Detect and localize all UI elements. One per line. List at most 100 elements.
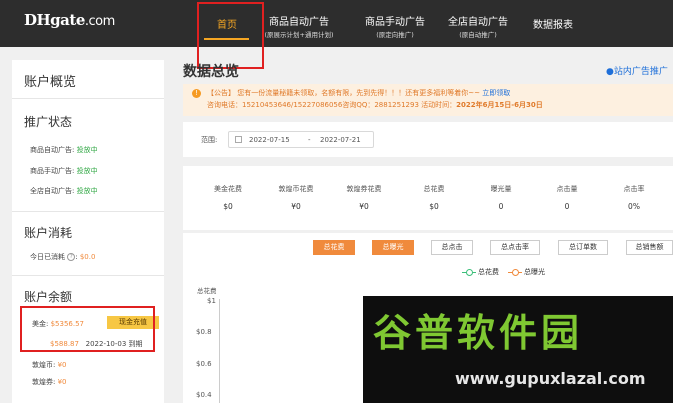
stat-label: 敦煌币花费	[278, 185, 314, 193]
y-tick-label: $0.4	[196, 391, 212, 399]
stat-value: 0	[498, 202, 504, 211]
nav-sublabel: (原展示计划+通用计划)	[264, 31, 334, 39]
legend-swatch	[508, 268, 522, 276]
nav-label: 商品自动广告	[269, 17, 329, 28]
site-watermark: 谷普软件园 www.gupuxlazal.com	[363, 296, 673, 403]
today-spend-row: 今日已消耗 ?: $0.0	[30, 253, 96, 261]
divider	[12, 98, 164, 99]
stat-clicks: 点击量 0	[533, 184, 601, 211]
stat-label: 点击量	[556, 185, 578, 193]
metric-button-total-spend[interactable]: 总花费	[313, 240, 355, 255]
notice-line-2: 咨询电话：15210453646/15227086056咨询QQ：2881251…	[207, 100, 543, 110]
y-axis-line	[219, 299, 220, 403]
status-badge: 投放中	[76, 146, 98, 154]
watermark-text: 谷普软件园	[373, 311, 584, 355]
promo-row-label: 全店自动广告:	[30, 187, 75, 195]
today-spend-label: 今日已消耗	[30, 253, 65, 261]
metric-button-total-impressions[interactable]: 总曝光	[372, 240, 414, 255]
stat-value: 0	[564, 202, 570, 211]
stat-value: $0	[223, 202, 233, 211]
coin-balance-row: 敦煌币: ¥0	[32, 360, 67, 370]
y-tick-label: $0.8	[196, 328, 212, 336]
logo-suffix: .com	[84, 14, 115, 29]
range-separator: -	[308, 136, 311, 144]
date-range-card: 范围: 2022-07-15 - 2022-07-21	[183, 122, 673, 157]
notice-line-1: 【公告】 您有一份流量秘籍未领取，名额有限，先到先得！！！还有更多福利等着你~~…	[207, 88, 510, 98]
stat-ctr: 点击率 0%	[600, 184, 668, 211]
notice-period: 2022年6月15日-6月30日	[456, 101, 543, 109]
metric-button-total-orders[interactable]: 总订单数	[558, 240, 608, 255]
nav-label: 数据报表	[533, 20, 573, 31]
help-icon[interactable]: ?	[67, 253, 76, 261]
stat-impressions: 曝光量 0	[467, 184, 535, 211]
nav-label: 商品手动广告	[365, 17, 425, 28]
stat-usd-spend: 美金花费 $0	[194, 184, 262, 211]
nav-label: 全店自动广告	[448, 17, 508, 28]
metric-button-total-ctr[interactable]: 总点击率	[490, 240, 540, 255]
stat-value: ¥0	[359, 202, 369, 211]
notice-text: 【公告】 您有一份流量秘籍未领取，名额有限，先到先得！！！还有更多福利等着你~~	[207, 89, 480, 97]
nav-data-reports[interactable]: 数据报表	[530, 0, 576, 47]
legend-label: 总曝光	[524, 268, 545, 276]
legend-item-total-spend[interactable]: 总花费	[462, 267, 499, 277]
stats-summary-card: 美金花费 $0 敦煌币花费 ¥0 敦煌券花费 ¥0 总花费 $0 曝光量 0 点击量 0 点…	[183, 166, 673, 230]
metric-button-total-clicks[interactable]: 总点击	[431, 240, 473, 255]
calendar-icon	[235, 136, 242, 143]
range-label: 范围:	[201, 136, 218, 144]
onsite-ad-link[interactable]: ●站内广告推广	[606, 64, 668, 77]
notice-contact: 咨询电话：15210453646/15227086056咨询QQ：2881251…	[207, 101, 457, 109]
y-tick-label: $1	[207, 297, 216, 305]
coin-balance-value: ¥0	[57, 361, 67, 369]
coupon-balance-value: ¥0	[57, 378, 67, 386]
date-range-picker[interactable]: 2022-07-15 - 2022-07-21	[228, 131, 374, 148]
highlight-box-balance	[20, 306, 155, 352]
watermark-url: www.gupuxlazal.com	[455, 369, 646, 388]
stat-value: 0%	[628, 202, 640, 211]
range-end: 2022-07-21	[320, 136, 361, 144]
y-axis-title: 总花费	[197, 287, 217, 295]
coupon-balance-row: 敦煌券: ¥0	[32, 377, 67, 387]
legend-label: 总花费	[478, 268, 499, 276]
account-spend-title: 账户消耗	[24, 226, 73, 240]
page-title: 数据总览	[183, 64, 239, 80]
stat-label: 敦煌券花费	[346, 185, 382, 193]
top-nav-bar: DHgate.com 首页 商品自动广告 (原展示计划+通用计划) 商品手动广告…	[0, 0, 673, 47]
claim-now-link[interactable]: 立即领取	[482, 89, 510, 97]
stat-value: $0	[429, 202, 439, 211]
logo-main: DHgate	[24, 11, 85, 29]
stat-coin-spend: 敦煌币花费 ¥0	[262, 184, 330, 211]
nav-product-auto-ads[interactable]: 商品自动广告 (原展示计划+通用计划)	[258, 0, 340, 47]
promo-row-product-manual: 商品手动广告: 投放中	[30, 166, 98, 176]
account-balance-title: 账户余额	[24, 290, 73, 304]
coupon-label: 敦煌券:	[32, 378, 56, 386]
y-tick-label: $0.6	[196, 360, 212, 368]
promo-status-title: 推广状态	[24, 115, 73, 129]
highlight-box-nav	[197, 2, 264, 69]
notice-icon: !	[192, 89, 201, 98]
coin-label: 敦煌币:	[32, 361, 56, 369]
stat-total-spend: 总花费 $0	[400, 184, 468, 211]
divider	[12, 275, 164, 276]
nav-product-manual-ads[interactable]: 商品手动广告 (原定向推广)	[360, 0, 430, 47]
divider	[12, 211, 164, 212]
stat-coupon-spend: 敦煌券花费 ¥0	[330, 184, 398, 211]
metric-button-total-sales[interactable]: 总销售额	[626, 240, 673, 255]
stat-label: 美金花费	[214, 185, 242, 193]
status-badge: 投放中	[76, 167, 98, 175]
promo-row-product-auto: 商品自动广告: 投放中	[30, 145, 98, 155]
promo-row-label: 商品手动广告:	[30, 167, 75, 175]
promo-row-store-auto: 全店自动广告: 投放中	[30, 186, 98, 196]
announcement-banner: ! 【公告】 您有一份流量秘籍未领取，名额有限，先到先得！！！还有更多福利等着你…	[183, 84, 673, 116]
stat-label: 总花费	[423, 185, 445, 193]
legend-item-total-impressions[interactable]: 总曝光	[508, 267, 545, 277]
status-badge: 投放中	[76, 187, 98, 195]
nav-store-auto-ads[interactable]: 全店自动广告 (原自动推广)	[444, 0, 512, 47]
nav-sublabel: (原定向推广)	[376, 31, 414, 39]
dhgate-logo[interactable]: DHgate.com	[24, 11, 115, 29]
account-overview-title: 账户概览	[24, 75, 77, 90]
legend-swatch	[462, 268, 476, 276]
today-spend-value: $0.0	[79, 253, 96, 261]
stat-label: 曝光量	[490, 185, 512, 193]
stat-label: 点击率	[623, 185, 645, 193]
nav-sublabel: (原自动推广)	[459, 31, 497, 39]
